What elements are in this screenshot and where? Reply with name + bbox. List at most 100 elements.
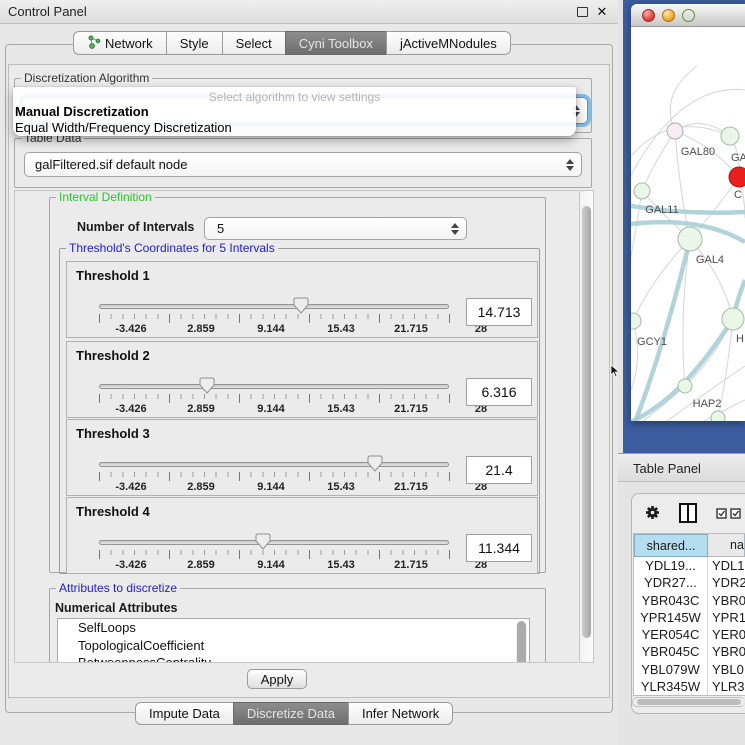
table-cell[interactable]: YBL0 xyxy=(708,661,745,678)
table-cell[interactable]: YDL1 xyxy=(708,557,745,574)
table-cell[interactable]: YER054C xyxy=(634,626,708,643)
table-cell[interactable]: YBR0 xyxy=(708,592,745,609)
threshold-4-slider-track[interactable] xyxy=(99,540,449,545)
table-cell[interactable]: YDL19... xyxy=(634,557,708,574)
threshold-4-value-field[interactable]: 11.344 xyxy=(466,534,532,562)
tab-discretize-data[interactable]: Discretize Data xyxy=(233,702,349,725)
table-row[interactable]: YIL052CYIL0 xyxy=(634,695,745,696)
table-cell[interactable]: YER0 xyxy=(708,626,745,643)
threshold-2-slider-track[interactable] xyxy=(99,384,449,389)
tab-jactivemnodules[interactable]: jActiveMNodules xyxy=(386,31,511,55)
list-scrollbar-thumb[interactable] xyxy=(517,621,526,663)
column-header-name[interactable]: na xyxy=(708,534,745,557)
threshold-3-slider-thumb[interactable] xyxy=(367,455,383,472)
table-cell[interactable]: YDR27... xyxy=(634,574,708,591)
table-panel-titlebar: Table Panel xyxy=(618,453,745,482)
table-row[interactable]: YDL19...YDL1 xyxy=(634,557,745,574)
tab-infer-network[interactable]: Infer Network xyxy=(348,702,453,725)
numerical-attributes-list[interactable]: SelfLoopsTopologicalCoefficientBetweenne… xyxy=(57,618,530,663)
table-cell[interactable]: YBR045C xyxy=(634,643,708,660)
threshold-1-panel: Threshold 1 -3.4262.8599.14415.4321.7152… xyxy=(66,261,538,338)
threshold-1-value-field[interactable]: 14.713 xyxy=(466,298,532,326)
attribute-item[interactable]: TopologicalCoefficient xyxy=(58,637,529,655)
threshold-1-slider-track[interactable] xyxy=(99,304,449,309)
threshold-3-label: Threshold 3 xyxy=(76,426,150,441)
tab-network-label: Network xyxy=(105,36,153,51)
hap2-node[interactable] xyxy=(678,379,692,393)
gear-icon[interactable] xyxy=(645,505,660,520)
mac-close-icon[interactable] xyxy=(642,9,655,22)
attribute-item[interactable]: SelfLoops xyxy=(58,619,529,637)
table-cell[interactable]: YIL052C xyxy=(634,695,708,696)
gal4-node[interactable] xyxy=(678,227,702,251)
table-row[interactable]: YLR345WYLR3 xyxy=(634,678,745,695)
attributes-group-label: Attributes to discretize xyxy=(56,581,180,595)
dropdown-option-manual[interactable]: Manual Discretization xyxy=(13,104,576,120)
h-node[interactable] xyxy=(722,308,744,330)
red-node[interactable] xyxy=(729,167,745,187)
gcy1-node[interactable] xyxy=(631,313,641,329)
table-cell[interactable]: YBL079W xyxy=(634,661,708,678)
threshold-2-slider-thumb[interactable] xyxy=(199,377,215,394)
threshold-4-slider-thumb[interactable] xyxy=(255,533,271,550)
network-edge[interactable] xyxy=(670,66,697,131)
number-of-intervals-combobox[interactable]: 5 xyxy=(204,217,467,240)
table-data-combobox[interactable]: galFiltered.sif default node xyxy=(24,152,582,177)
gal11-node[interactable] xyxy=(634,183,650,199)
network-edge-highlighted[interactable] xyxy=(635,239,690,421)
mac-zoom-icon[interactable] xyxy=(682,9,695,22)
network-edge[interactable] xyxy=(690,239,733,319)
network-canvas[interactable]: GAL80GACGAL11GAL4GCY1HHAP2 xyxy=(631,28,745,421)
threshold-2-value-field[interactable]: 6.316 xyxy=(466,378,532,406)
settings-scrollbar-thumb[interactable] xyxy=(582,206,591,638)
table-row[interactable]: YBL079WYBL0 xyxy=(634,661,745,678)
tab-impute-data[interactable]: Impute Data xyxy=(135,702,234,725)
table-cell[interactable]: YLR3 xyxy=(708,678,745,695)
checkbox-icon[interactable] xyxy=(716,508,727,519)
network-edge[interactable] xyxy=(631,321,638,390)
attributes-group: Attributes to discretize Numerical Attri… xyxy=(49,588,546,663)
ga-node[interactable] xyxy=(721,127,739,145)
table-cell[interactable]: YLR345W xyxy=(634,678,708,695)
split-columns-icon[interactable] xyxy=(679,503,697,523)
table-row[interactable]: YPR145WYPR1 xyxy=(634,609,745,626)
threshold-3-slider-track[interactable] xyxy=(99,462,449,467)
bottom-node[interactable] xyxy=(711,411,725,421)
table-cell[interactable]: YBR0 xyxy=(708,643,745,660)
table-row[interactable]: YER054CYER0 xyxy=(634,626,745,643)
attribute-item[interactable]: BetweennessCentrality xyxy=(58,654,529,663)
tab-style[interactable]: Style xyxy=(166,31,223,55)
mac-minimize-icon[interactable] xyxy=(662,9,675,22)
tab-network[interactable]: Network xyxy=(73,31,167,55)
table-cell[interactable]: YIL0 xyxy=(708,695,745,696)
table-cell[interactable]: YPR1 xyxy=(708,609,745,626)
apply-button[interactable]: Apply xyxy=(247,669,307,689)
table-cell[interactable]: YBR043C xyxy=(634,592,708,609)
table-hscrollbar-thumb[interactable] xyxy=(637,699,741,705)
network-view-window[interactable]: GAL80GACGAL11GAL4GCY1HHAP2 xyxy=(631,4,745,421)
network-edge[interactable] xyxy=(642,131,675,191)
threshold-3-value-field[interactable]: 21.4 xyxy=(466,456,532,484)
table-cell[interactable]: YPR145W xyxy=(634,609,708,626)
threshold-1-slider-thumb[interactable] xyxy=(293,297,309,314)
dropdown-option-equal-width[interactable]: Equal Width/Frequency Discretization xyxy=(13,120,576,136)
tab-cyni-toolbox[interactable]: Cyni Toolbox xyxy=(285,31,387,55)
table-cell[interactable]: YDR2 xyxy=(708,574,745,591)
gal80-node[interactable] xyxy=(667,123,683,139)
float-window-icon[interactable] xyxy=(577,7,588,17)
number-of-intervals-value: 5 xyxy=(217,221,224,236)
table-row[interactable]: YDR27...YDR2 xyxy=(634,574,745,591)
table-row[interactable]: YBR045CYBR0 xyxy=(634,643,745,660)
checkbox-icon[interactable] xyxy=(730,508,741,519)
settings-vertical-scrollbar[interactable] xyxy=(579,190,594,663)
network-window-titlebar[interactable] xyxy=(631,4,745,27)
tick-label: 15.43 xyxy=(311,481,371,493)
table-horizontal-scrollbar[interactable] xyxy=(632,697,745,707)
list-scrollbar[interactable] xyxy=(516,621,527,663)
combo-arrows-icon xyxy=(451,223,459,235)
slider-tick-labels: -3.4262.8599.14415.4321.71528 xyxy=(99,323,459,337)
column-header-shared[interactable]: shared... xyxy=(634,534,708,557)
table-row[interactable]: YBR043CYBR0 xyxy=(634,592,745,609)
close-icon[interactable]: ✕ xyxy=(596,5,608,18)
tab-select[interactable]: Select xyxy=(222,31,286,55)
